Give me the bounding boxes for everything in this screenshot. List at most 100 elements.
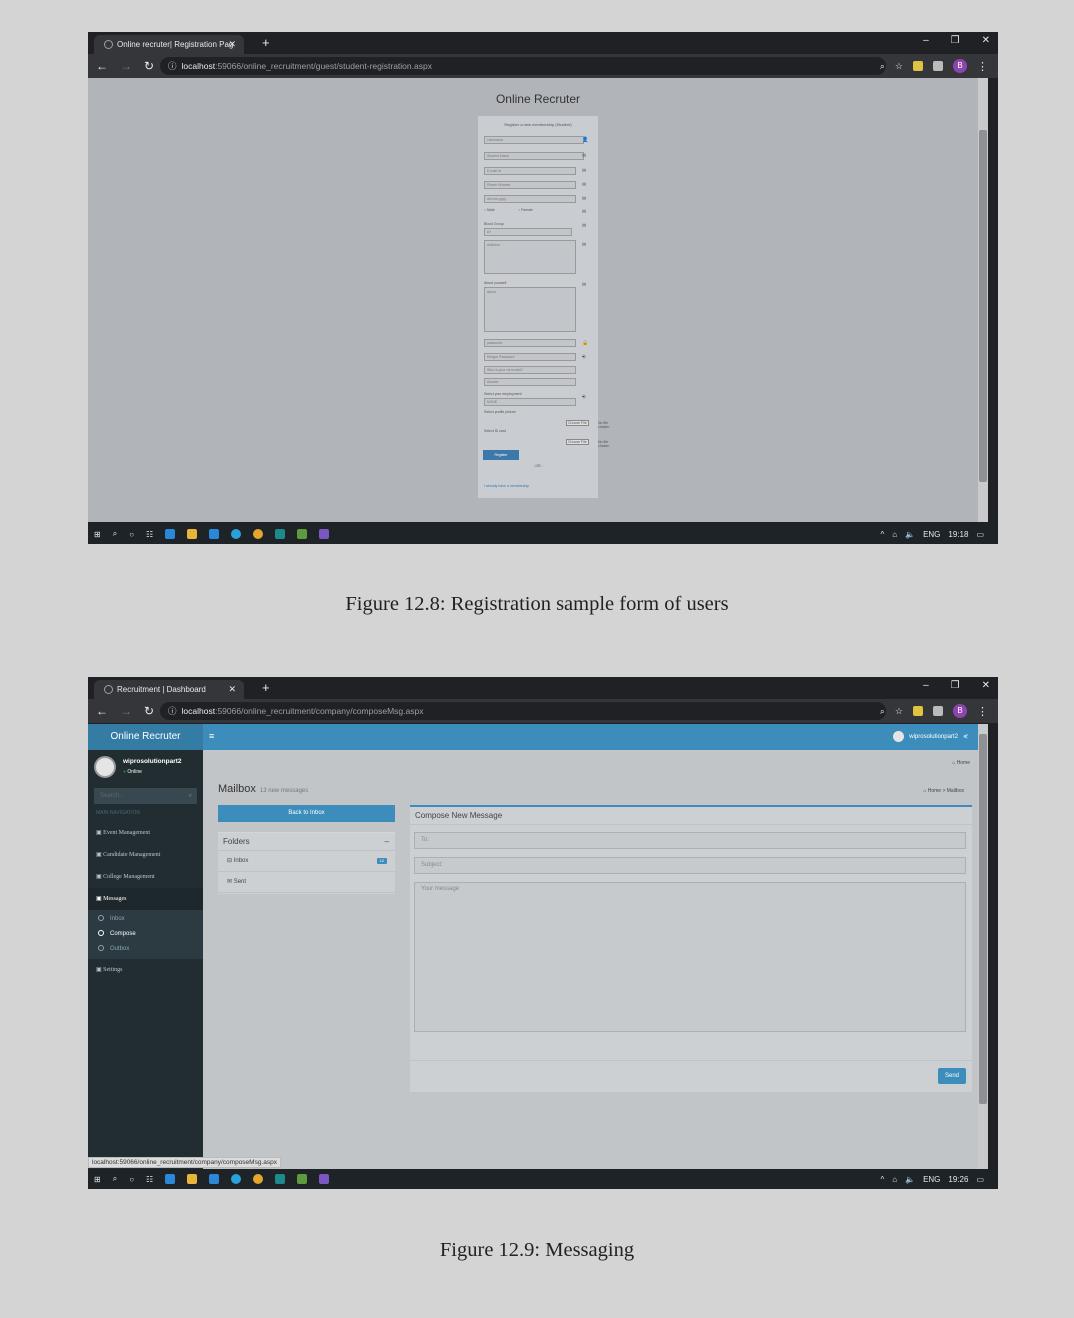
telegram-icon[interactable] [231,1174,242,1184]
close-tab-icon[interactable]: ✕ [228,684,236,695]
kebab-menu-icon[interactable]: ⋮ [977,60,988,73]
restore-icon[interactable]: ❐ [951,680,960,691]
app-icon-2[interactable] [297,529,308,539]
clock[interactable]: 19:18 [948,530,968,539]
windows-start-icon[interactable]: ⊞ [94,530,101,539]
task-view-icon[interactable]: ☷ [146,530,153,539]
extension-icon[interactable] [913,706,923,716]
notification-icon[interactable]: ▭ [976,530,984,539]
app-logo[interactable]: Online Recruter [88,724,203,750]
chevron-up-icon[interactable]: ^ [880,1175,884,1184]
sidebar-item-messages[interactable]: ▣ Messages [88,888,203,910]
new-tab-icon[interactable]: + [262,680,270,695]
language-indicator[interactable]: ENG [923,530,940,539]
profile-avatar[interactable]: B [953,59,967,73]
submenu-item-compose[interactable]: Compose [88,927,203,942]
close-tab-icon[interactable]: ✕ [228,39,236,50]
user-menu[interactable]: wiprosolutionpart2 ⋞ [893,731,968,742]
telegram-icon[interactable] [231,529,242,539]
gender-female-radio[interactable]: ○ Female [518,208,533,212]
username-field[interactable]: Username [484,136,584,144]
scroll-thumb[interactable] [979,130,987,482]
sidebar-search-input[interactable]: Search... ⌕ [94,788,197,804]
close-window-icon[interactable]: ✕ [982,35,990,46]
breadcrumb-home[interactable]: Home [928,788,941,794]
store-icon[interactable] [209,1174,220,1184]
employment-select[interactable]: NONE [484,398,576,406]
profile-choose-file-button[interactable]: Choose File [566,420,589,426]
kebab-menu-icon[interactable]: ⋮ [977,705,988,718]
star-icon[interactable]: ☆ [895,706,903,717]
chevron-up-icon[interactable]: ^ [880,530,884,539]
network-icon[interactable]: ⌂ [892,530,897,539]
hamburger-icon[interactable]: ≡ [209,731,214,741]
cortana-icon[interactable]: ○ [129,1175,134,1184]
zoom-icon[interactable]: ⌕ [880,706,885,717]
network-icon[interactable]: ⌂ [892,1175,897,1184]
browser-tab[interactable]: Recruitment | Dashboard ✕ [94,680,244,699]
answer-field[interactable]: Answer [484,378,576,386]
back-arrow-icon[interactable]: ← [96,704,108,718]
back-to-inbox-button[interactable]: Back to Inbox [218,805,395,822]
chrome-icon[interactable] [253,529,264,539]
file-explorer-icon[interactable] [187,1174,198,1184]
page-scrollbar[interactable] [978,78,988,522]
home-link[interactable]: ⌂ Home [952,760,970,766]
app-icon-2[interactable] [297,1174,308,1184]
app-icon[interactable] [275,1174,286,1184]
sidebar-item-college[interactable]: ▣ College Management [88,866,203,888]
profile-avatar[interactable]: B [953,704,967,718]
security-question-select[interactable]: Who is your rol model? [484,366,576,374]
minimize-icon[interactable]: – [923,35,929,46]
windows-start-icon[interactable]: ⊞ [94,1175,101,1184]
store-icon[interactable] [209,529,220,539]
extension-icon[interactable] [913,61,923,71]
page-scrollbar[interactable] [978,724,988,1169]
close-window-icon[interactable]: ✕ [982,680,990,691]
edge-icon[interactable] [165,529,176,539]
folder-inbox[interactable]: ⊟ Inbox 12 [218,851,395,872]
sidebar-item-candidate[interactable]: ▣ Candidate Management [88,844,203,866]
edge-icon[interactable] [165,1174,176,1184]
zoom-icon[interactable]: ⌕ [880,61,885,72]
url-bar[interactable]: ⓘ localhost:59066/online_recruitment/gue… [160,57,886,75]
subject-input[interactable]: Subject: [414,857,966,874]
membership-link[interactable]: I already have a membership [484,484,529,488]
chrome-icon[interactable] [253,1174,264,1184]
search-icon[interactable]: ⌕ [113,1174,117,1184]
language-indicator[interactable]: ENG [923,1175,940,1184]
star-icon[interactable]: ☆ [895,61,903,72]
submenu-item-outbox[interactable]: Outbox [88,942,203,957]
clock[interactable]: 19:26 [948,1175,968,1184]
visual-studio-icon[interactable] [319,1174,330,1184]
gender-male-radio[interactable]: ○ Male [484,208,495,212]
blood-group-select[interactable]: A+ [484,228,572,236]
volume-icon[interactable]: 🔈 [905,530,915,539]
collapse-icon[interactable]: – [385,833,389,851]
dob-field[interactable]: dd-mm-yyyy [484,195,576,203]
back-arrow-icon[interactable]: ← [96,59,108,73]
volume-icon[interactable]: 🔈 [905,1175,915,1184]
student-name-field[interactable]: Student Name [484,152,584,160]
send-button[interactable]: Send [938,1068,966,1084]
about-textarea[interactable]: about [484,287,576,332]
email-field[interactable]: E-mail Id [484,167,576,175]
forward-arrow-icon[interactable]: → [120,704,132,718]
forward-arrow-icon[interactable]: → [120,59,132,73]
app-icon[interactable] [275,529,286,539]
restore-icon[interactable]: ❐ [951,35,960,46]
id-choose-file-button[interactable]: Choose File [566,439,589,445]
register-button[interactable]: Register [483,450,519,460]
url-bar[interactable]: ⓘ localhost:59066/online_recruitment/com… [160,702,886,720]
search-icon[interactable]: ⌕ [113,529,117,539]
new-tab-icon[interactable]: + [262,35,270,50]
retype-password-field[interactable]: Retype Password [484,353,576,361]
reload-icon[interactable]: ↻ [144,704,154,718]
extension-icon-2[interactable] [933,61,943,71]
address-textarea[interactable]: Address [484,240,576,274]
sidebar-item-event[interactable]: ▣ Event Management [88,822,203,844]
task-view-icon[interactable]: ☷ [146,1175,153,1184]
password-field[interactable]: password [484,339,576,347]
cortana-icon[interactable]: ○ [129,530,134,539]
submenu-item-inbox[interactable]: Inbox [88,912,203,927]
